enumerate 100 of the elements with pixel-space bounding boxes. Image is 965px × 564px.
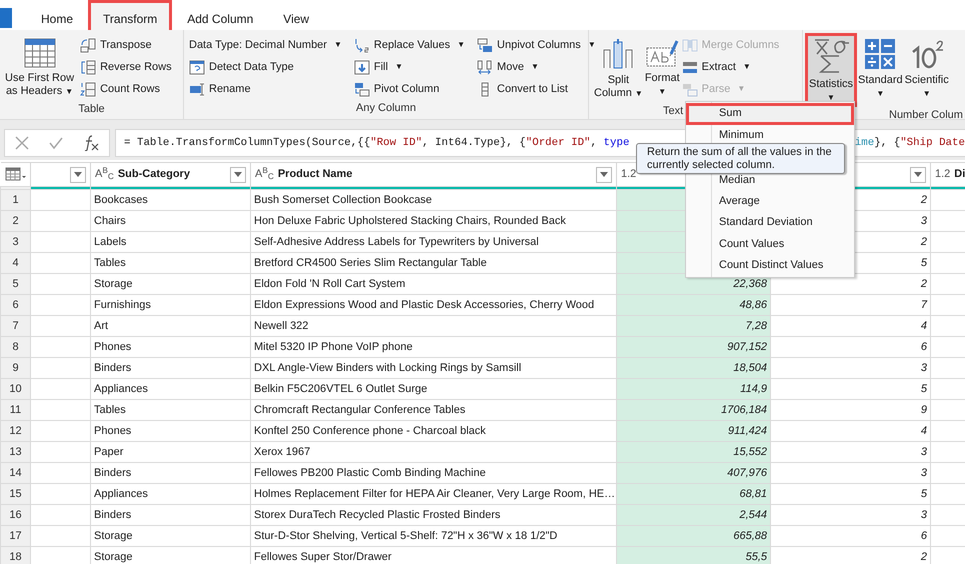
table-cell: 911,424 <box>616 420 770 442</box>
group-label: Any Column <box>355 100 417 116</box>
table-cell: 114,9 <box>616 378 770 400</box>
group-label: Text <box>663 104 684 119</box>
merge-icon <box>682 38 698 52</box>
filter-button[interactable] <box>230 166 246 182</box>
table-cell: Stur-D-Stor Shelving, Vertical 5-Shelf: 72"H x 36"W x 18 1/2"D <box>250 526 616 546</box>
table-cell: 3 <box>770 442 930 462</box>
ribbon-button[interactable]: Detect Data Type <box>188 57 343 77</box>
table-cell: 5 <box>770 484 930 504</box>
table-cell: Bretford CR4500 Series Slim Rectangular Table <box>250 252 616 274</box>
ribbon-tab[interactable]: Home <box>26 0 88 30</box>
transpose-icon <box>80 38 96 52</box>
row-number[interactable]: 12 <box>0 420 30 442</box>
reverse-rows-icon <box>80 60 96 74</box>
row-number[interactable]: 7 <box>0 316 30 336</box>
column-header[interactable]: Sub-Category <box>118 166 190 183</box>
row-number[interactable]: 18 <box>0 546 30 564</box>
filter-button[interactable] <box>70 166 86 182</box>
row-number[interactable]: 15 <box>0 484 30 504</box>
table-cell: Hon Deluxe Fabric Upholstered Stacking Chairs, Rounded Back <box>250 210 616 232</box>
ribbon-button[interactable]: Use First Row as Headers ▼ <box>4 33 76 101</box>
menu-item[interactable]: Sum <box>686 103 854 124</box>
format-text-icon <box>645 38 680 68</box>
table-cell: Appliances <box>90 484 250 504</box>
table-cell: 4 <box>770 420 930 442</box>
table-cell: Storage <box>90 274 250 294</box>
ribbon-tab[interactable]: Transform <box>88 0 172 30</box>
ribbon-button[interactable]: Standard ▼ <box>857 33 904 107</box>
replace-icon <box>354 38 370 52</box>
ribbon-tab[interactable]: View <box>268 0 324 30</box>
table-cell: 4 <box>770 316 930 336</box>
table-cell: 6 <box>770 526 930 546</box>
column-header[interactable]: Product Name <box>278 166 352 183</box>
filter-button[interactable] <box>596 166 612 182</box>
row-number[interactable]: 8 <box>0 336 30 358</box>
table-cell: 55,5 <box>616 546 770 564</box>
row-number[interactable]: 6 <box>0 294 30 316</box>
ribbon-button[interactable]: Transpose <box>79 35 173 55</box>
row-number[interactable]: 2 <box>0 210 30 232</box>
table-cell: Binders <box>90 462 250 484</box>
ribbon-button[interactable]: Reverse Rows <box>79 57 173 77</box>
table-cell: Furnishings <box>90 294 250 316</box>
table-cell: Chromcraft Rectangular Conference Tables <box>250 400 616 420</box>
menu-item[interactable]: Minimum <box>686 124 854 146</box>
table-cell: Konftel 250 Conference phone - Charcoal black <box>250 420 616 442</box>
row-number[interactable]: 1 <box>0 190 30 210</box>
count-rows-icon <box>80 82 96 96</box>
row-number[interactable]: 16 <box>0 504 30 526</box>
ribbon-button[interactable]: Format ▼ <box>644 33 681 103</box>
table-cell: Self-Adhesive Address Labels for Typewriters by Universal <box>250 232 616 252</box>
formula-text[interactable]: = Table.TransformColumnTypes(Source,{{"Row ID", Int64.Type}, {"Order ID", type <box>124 134 630 152</box>
group-label: Table <box>77 102 106 117</box>
table-cell: Chairs <box>90 210 250 232</box>
table-cell: Xerox 1967 <box>250 442 616 462</box>
fill-icon <box>354 60 370 74</box>
ribbon-button[interactable]: Scientific ▼ <box>904 33 950 107</box>
ribbon-button[interactable]: Pivot Column <box>352 79 466 99</box>
tooltip: Return the sum of all the values in the currently selected column. <box>636 143 845 174</box>
ribbon-button[interactable]: Fill ▼ <box>352 57 466 77</box>
ribbon-button[interactable]: Replace Values ▼ <box>352 35 466 55</box>
table-cell: 18,504 <box>616 358 770 378</box>
ribbon-button[interactable]: Count Rows <box>79 79 173 99</box>
row-number[interactable]: 9 <box>0 358 30 378</box>
table-cell: Binders <box>90 358 250 378</box>
table-cell: Phones <box>90 336 250 358</box>
formula-text[interactable]: ime}, {"Ship Date <box>854 134 965 152</box>
row-number[interactable]: 17 <box>0 526 30 546</box>
group-label: Number Colum <box>889 108 963 119</box>
row-number[interactable]: 4 <box>0 252 30 274</box>
row-number[interactable]: 13 <box>0 442 30 462</box>
unpivot-icon <box>477 38 494 52</box>
table-cell: Art <box>90 316 250 336</box>
caret-icon <box>234 172 242 177</box>
ribbon-button[interactable]: Data Type: Decimal Number ▼ <box>188 35 343 55</box>
ribbon-button[interactable]: Extract ▼ <box>680 57 780 77</box>
ribbon-button[interactable]: Rename <box>188 79 343 99</box>
table-cell: DXL Angle-View Binders with Locking Rings by Samsill <box>250 358 616 378</box>
table-cell: 665,88 <box>616 526 770 546</box>
row-number[interactable]: 11 <box>0 400 30 420</box>
caret-icon <box>600 172 608 177</box>
table-cell: 1706,184 <box>616 400 770 420</box>
table-cell: 3 <box>770 358 930 378</box>
row-number[interactable]: 3 <box>0 232 30 252</box>
row-number[interactable]: 5 <box>0 274 30 294</box>
table-menu-icon <box>4 167 26 182</box>
column-header[interactable]: Di <box>954 166 965 183</box>
table-cell: Eldon Fold 'N Roll Cart System <box>250 274 616 294</box>
move-icon <box>477 60 494 74</box>
table-cell: Paper <box>90 442 250 462</box>
row-number[interactable]: 14 <box>0 462 30 484</box>
table-cell: Tables <box>90 252 250 274</box>
ribbon-button[interactable]: Statistics ▼ <box>805 33 858 107</box>
filter-button[interactable] <box>910 166 926 182</box>
table-cell: Labels <box>90 232 250 252</box>
table-cell: Storage <box>90 526 250 546</box>
table-cell: Belkin F5C206VTEL 6 Outlet Surge <box>250 378 616 400</box>
ribbon-tab[interactable]: Add Column <box>172 0 268 30</box>
table-cell: Newell 322 <box>250 316 616 336</box>
row-number[interactable]: 10 <box>0 378 30 400</box>
